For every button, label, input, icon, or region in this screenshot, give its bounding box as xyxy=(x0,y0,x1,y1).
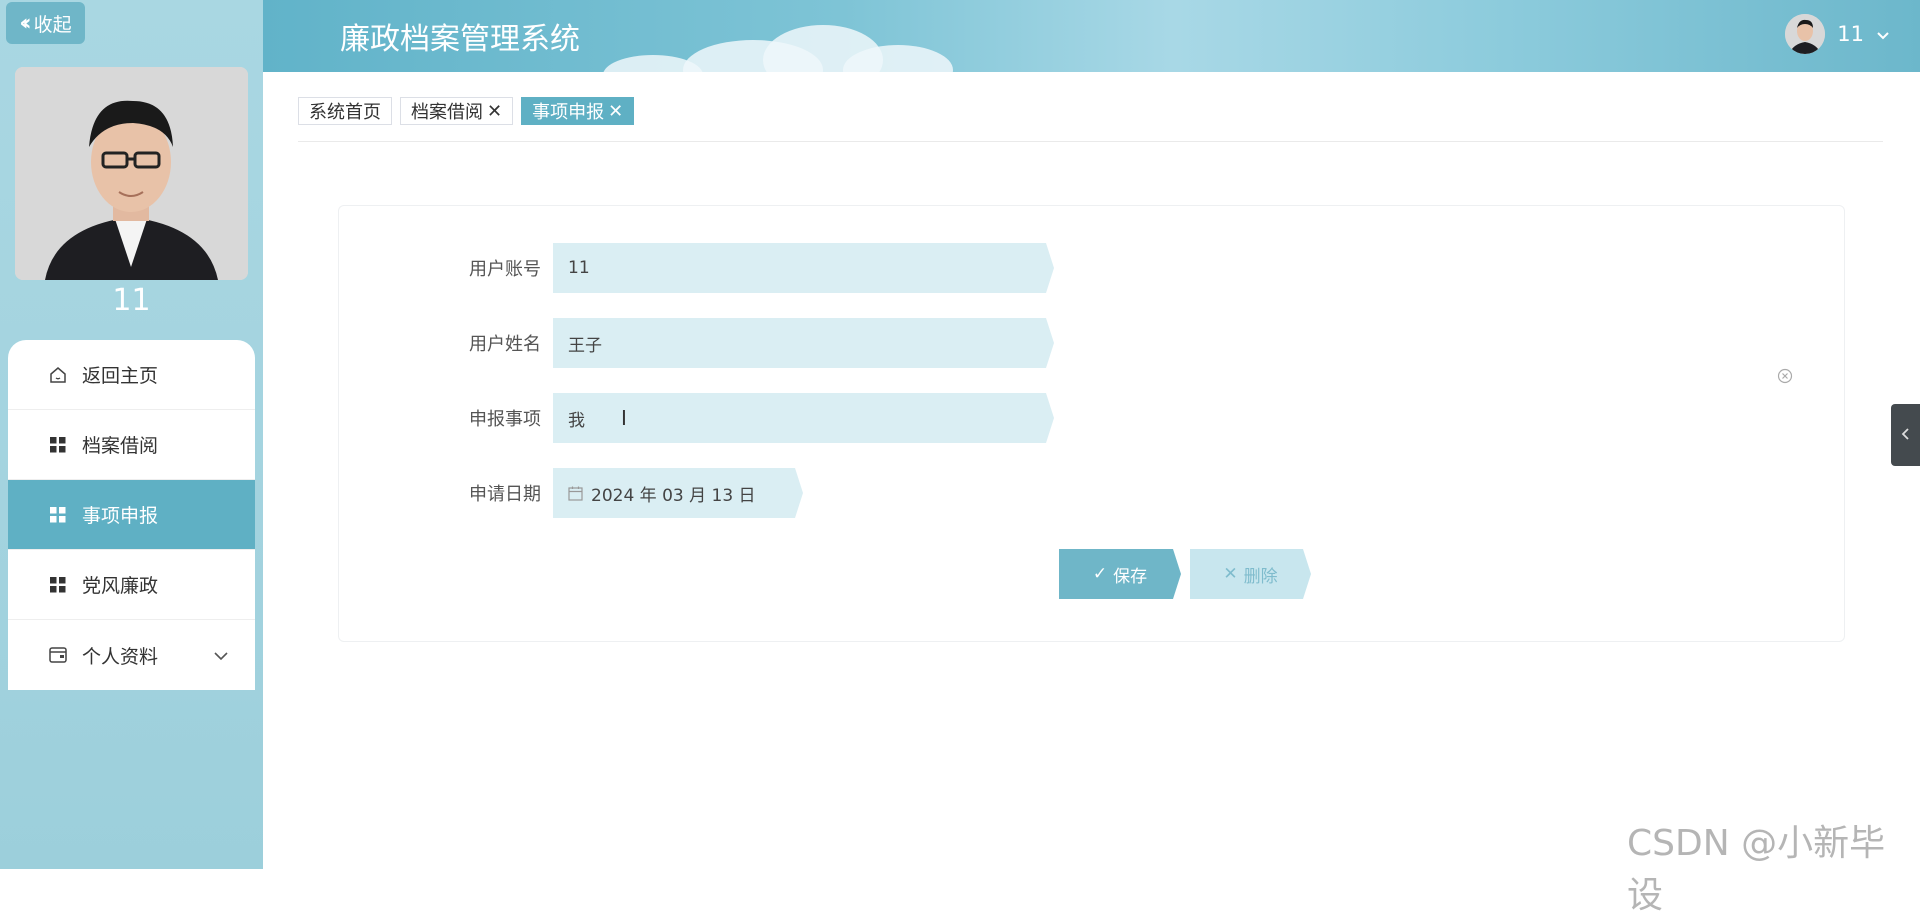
check-icon: ✓ xyxy=(1092,564,1108,584)
delete-button[interactable]: ✕ 删除 xyxy=(1190,549,1311,599)
tab-archive-borrow[interactable]: 档案借阅 ✕ xyxy=(400,97,514,125)
side-panel-toggle[interactable] xyxy=(1891,404,1920,466)
close-icon: ✕ xyxy=(1223,564,1238,584)
chevron-down-icon xyxy=(1876,22,1890,46)
account-field[interactable]: 11 xyxy=(553,243,1054,293)
text-cursor-icon: I xyxy=(621,406,627,430)
form-row-account: 用户账号 11 xyxy=(339,243,1054,293)
sidebar-item-archive-borrow[interactable]: 档案借阅 xyxy=(8,410,255,480)
grid-icon xyxy=(48,505,68,525)
user-menu[interactable]: 11 xyxy=(1785,14,1890,54)
matter-label: 申报事项 xyxy=(469,409,541,430)
name-label: 用户姓名 xyxy=(469,334,541,355)
save-label: 保存 xyxy=(1113,566,1148,587)
matter-field[interactable]: 我 I xyxy=(553,393,1054,443)
grid-icon xyxy=(48,575,68,595)
date-picker[interactable]: 2024 年 03 月 13 日 xyxy=(553,468,803,518)
sidebar-menu: 返回主页 档案借阅 事项申报 党风廉政 个人资料 xyxy=(8,340,255,690)
app-title: 廉政档案管理系统 xyxy=(340,22,580,57)
date-label: 申请日期 xyxy=(469,484,541,505)
sidebar-item-label: 事项申报 xyxy=(82,505,159,527)
sidebar-item-profile[interactable]: 个人资料 xyxy=(8,620,255,690)
tab-label: 事项申报 xyxy=(532,102,605,123)
home-icon xyxy=(48,365,68,385)
name-value: 王子 xyxy=(568,335,602,356)
avatar xyxy=(1785,14,1826,54)
collapse-button[interactable]: ‹‹ 收起 xyxy=(6,2,85,44)
sidebar-username: 11 xyxy=(112,283,151,318)
form-row-date: 申请日期 2024 年 03 月 13 日 xyxy=(339,468,803,518)
profile-photo xyxy=(15,67,248,280)
tab-bar: 系统首页 档案借阅 ✕ 事项申报 ✕ xyxy=(298,97,635,125)
grid-icon xyxy=(48,435,68,455)
wallet-icon xyxy=(48,645,68,665)
sidebar-item-label: 返回主页 xyxy=(82,365,159,387)
tab-label: 档案借阅 xyxy=(411,102,483,123)
delete-label: 删除 xyxy=(1243,566,1278,587)
account-value: 11 xyxy=(568,258,590,278)
sidebar-item-matter-report[interactable]: 事项申报 xyxy=(8,480,255,550)
report-form: 用户账号 11 用户姓名 王子 申报事项 我 I 申请日期 2024 年 03 … xyxy=(338,205,1845,642)
sidebar-item-label: 档案借阅 xyxy=(82,435,159,457)
account-label: 用户账号 xyxy=(469,259,541,280)
sidebar-item-home[interactable]: 返回主页 xyxy=(8,340,255,410)
matter-value: 我 xyxy=(568,410,585,431)
collapse-label: 收起 xyxy=(33,13,72,36)
sidebar: ‹‹ 收起 11 返回主页 档案借阅 事项申报 党风廉政 个人资料 xyxy=(0,0,263,869)
tab-home[interactable]: 系统首页 xyxy=(298,97,392,125)
sidebar-item-label: 党风廉政 xyxy=(82,575,159,597)
double-chevron-left-icon: ‹‹ xyxy=(19,10,31,36)
tab-matter-report[interactable]: 事项申报 ✕ xyxy=(521,97,635,125)
top-header: 廉政档案管理系统 11 xyxy=(263,0,1920,72)
tab-divider xyxy=(298,141,1883,142)
sidebar-item-label: 个人资料 xyxy=(82,645,159,668)
chevron-down-icon xyxy=(213,644,229,666)
chevron-left-icon xyxy=(1901,426,1911,445)
form-row-matter: 申报事项 我 I xyxy=(339,393,1054,443)
close-icon[interactable]: ✕ xyxy=(608,101,623,122)
header-username: 11 xyxy=(1837,22,1864,46)
name-field[interactable]: 王子 xyxy=(553,318,1054,368)
tab-label: 系统首页 xyxy=(309,102,381,123)
save-button[interactable]: ✓ 保存 xyxy=(1059,549,1181,599)
calendar-icon xyxy=(568,486,583,501)
clear-icon[interactable] xyxy=(1777,368,1793,384)
watermark: CSDN @小新毕设 xyxy=(1627,823,1886,916)
date-value: 2024 年 03 月 13 日 xyxy=(591,485,756,506)
form-row-name: 用户姓名 王子 xyxy=(339,318,1054,368)
close-icon[interactable]: ✕ xyxy=(487,101,502,122)
sidebar-item-integrity[interactable]: 党风廉政 xyxy=(8,550,255,620)
